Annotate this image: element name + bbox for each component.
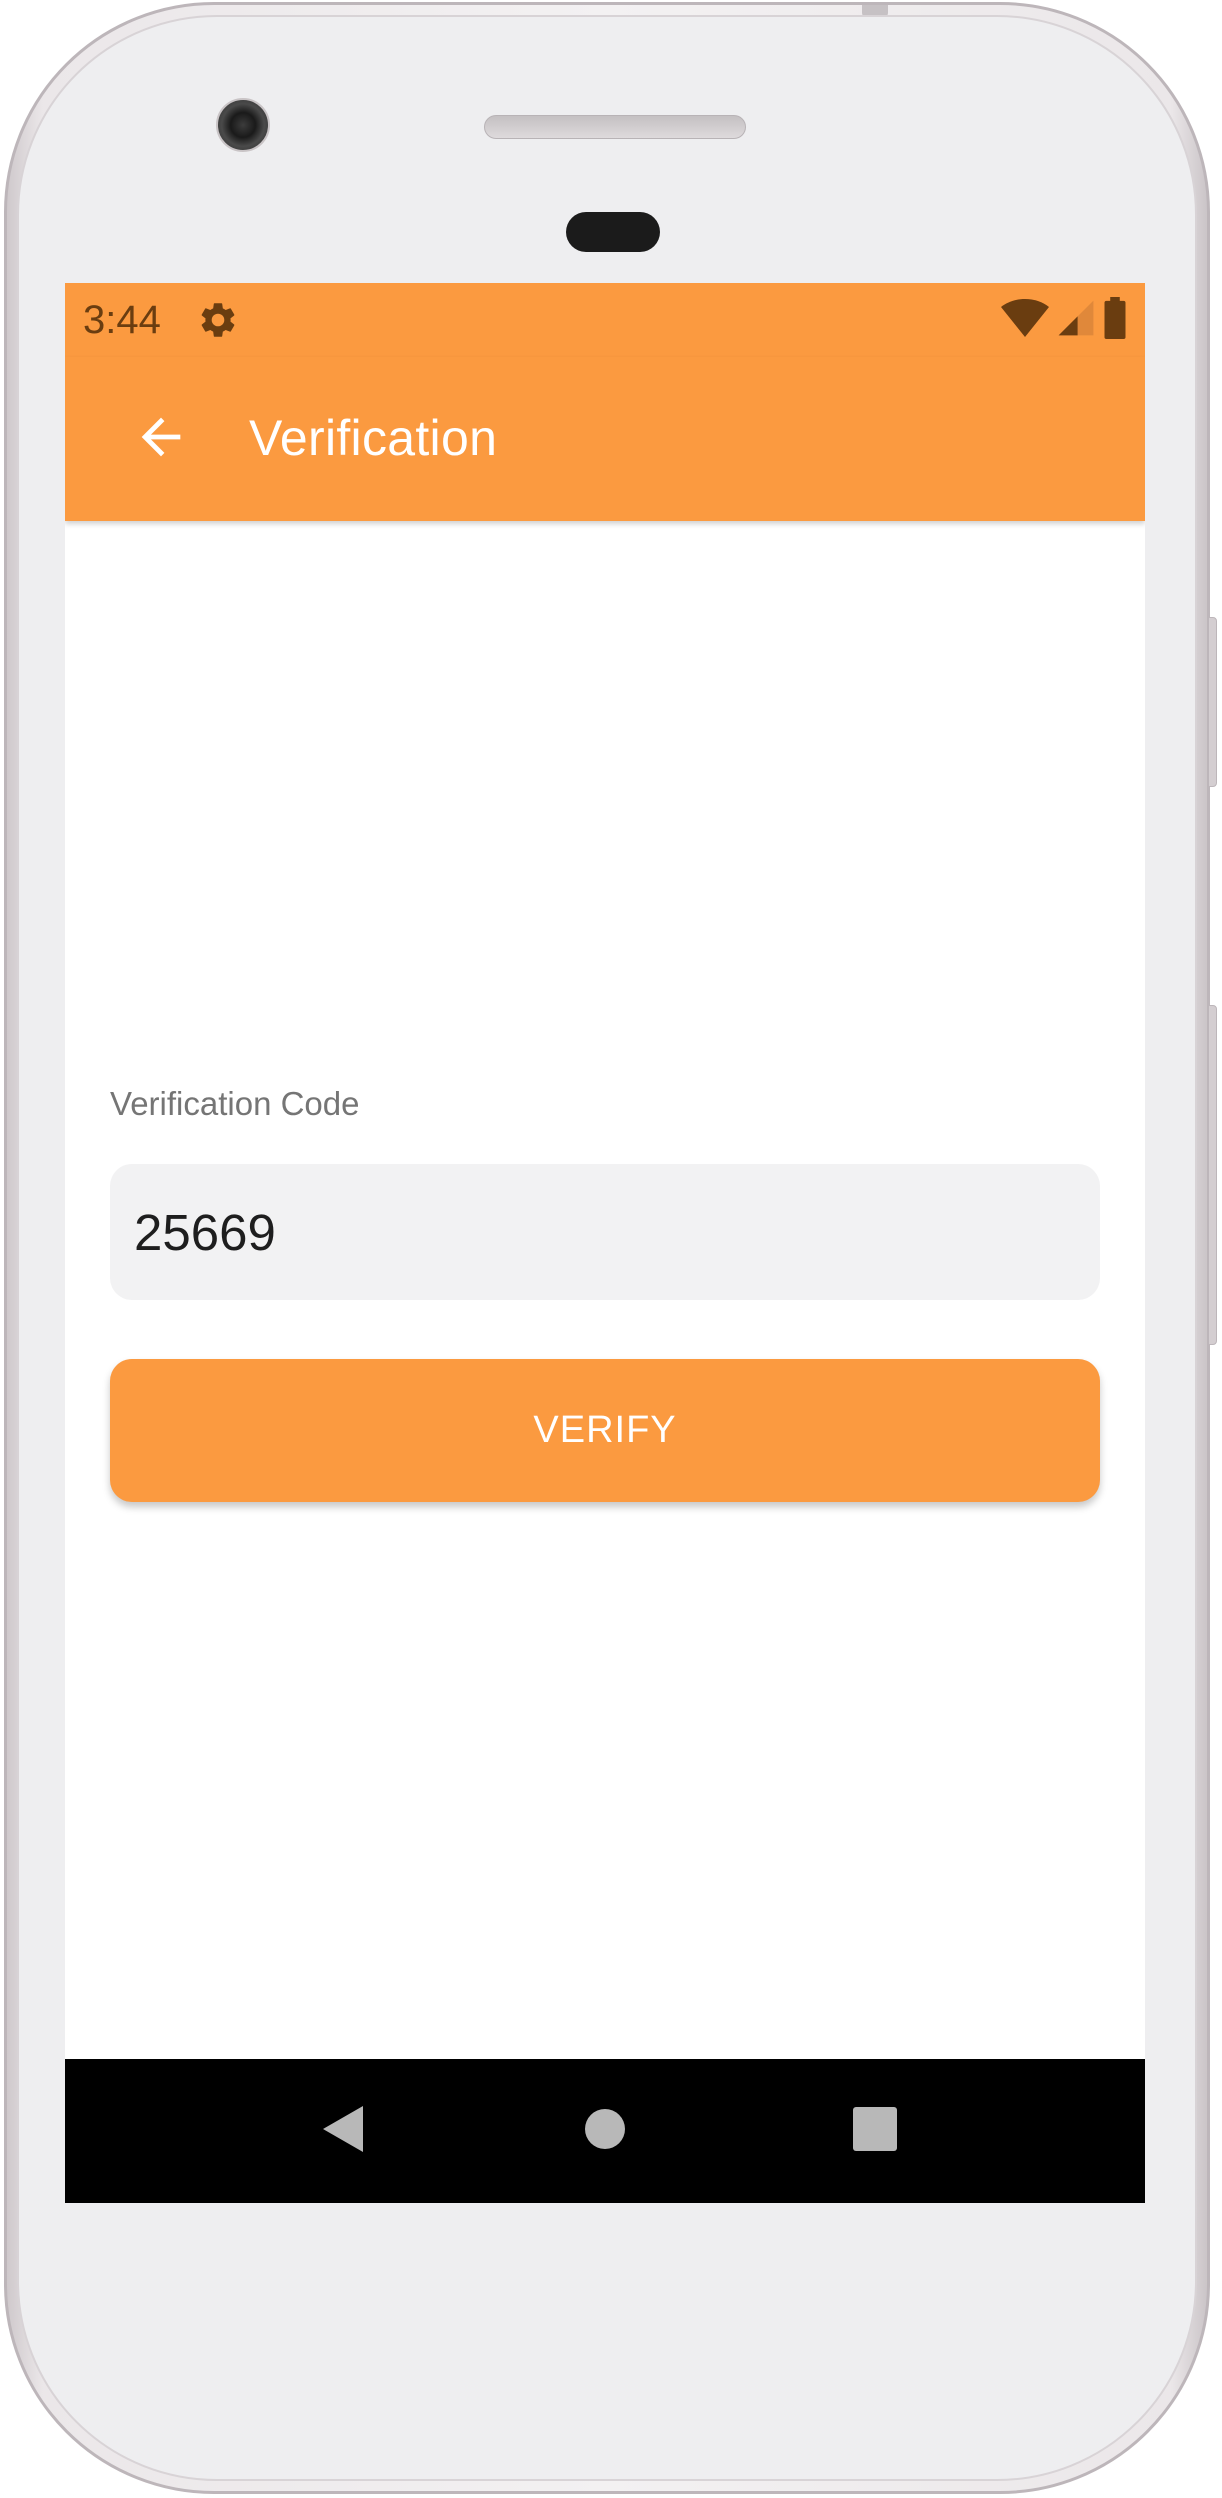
app-screen: 3:44 Verification Verification Code 2566… — [65, 283, 1145, 2203]
top-speaker-grille — [484, 115, 746, 139]
verify-button[interactable]: VERIFY — [110, 1359, 1100, 1502]
power-button — [1208, 617, 1217, 787]
nav-back-button[interactable] — [310, 2099, 374, 2163]
battery-icon — [1103, 296, 1127, 344]
verification-code-label: Verification Code — [110, 1085, 360, 1122]
earpiece-sensor — [566, 212, 660, 252]
volume-button — [1208, 1005, 1217, 1345]
home-circle-icon — [583, 2107, 627, 2156]
back-button[interactable] — [125, 403, 197, 475]
gear-icon — [197, 299, 239, 341]
status-time: 3:44 — [83, 298, 161, 342]
status-icons — [1001, 296, 1127, 344]
status-bar: 3:44 — [65, 283, 1145, 357]
nav-recents-button[interactable] — [843, 2099, 907, 2163]
app-bar: Verification — [65, 357, 1145, 521]
signal-icon — [1057, 299, 1095, 342]
arrow-back-icon — [132, 408, 190, 471]
nav-home-button[interactable] — [573, 2099, 637, 2163]
page-title: Verification — [249, 410, 498, 466]
verification-code-input[interactable] — [110, 1164, 1100, 1300]
front-camera — [216, 98, 270, 152]
wifi-icon — [1001, 298, 1049, 343]
back-triangle-icon — [319, 2104, 365, 2159]
system-nav-bar — [65, 2059, 1145, 2203]
recents-square-icon — [853, 2106, 897, 2156]
